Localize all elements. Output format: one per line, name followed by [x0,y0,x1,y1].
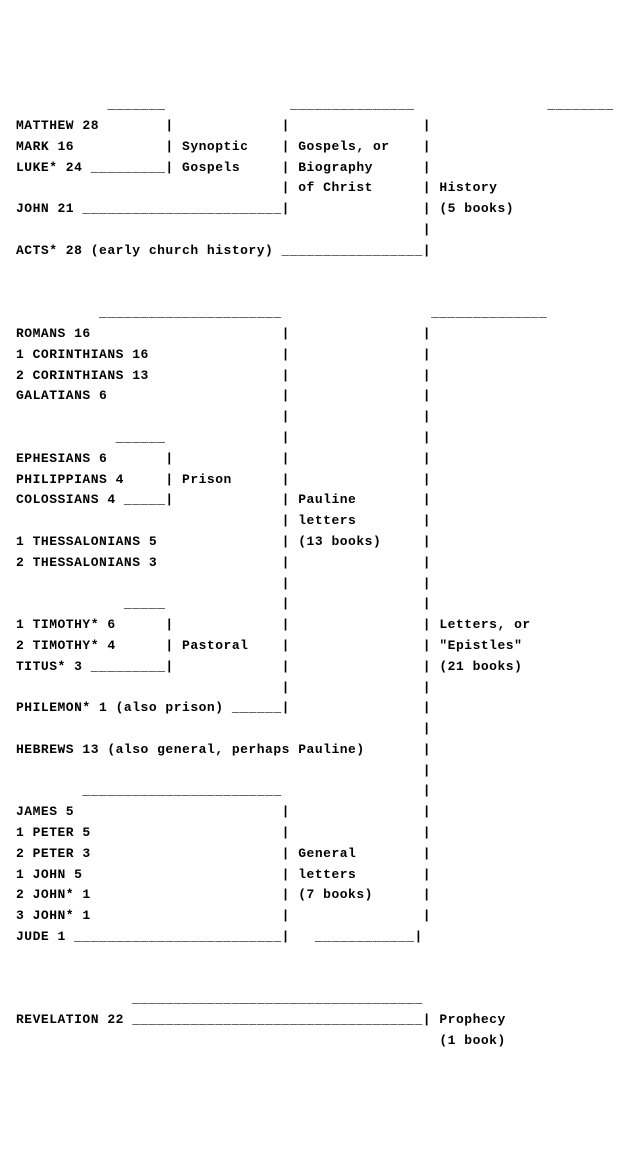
nt-structure-diagram: _______ _______________ ________ MATTHEW… [16,95,603,1052]
